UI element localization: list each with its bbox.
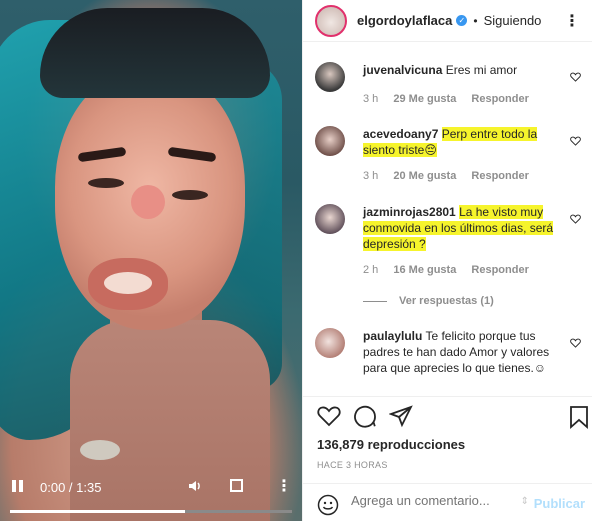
comment-username[interactable]: paulaylulu <box>363 329 422 343</box>
following-button[interactable]: Siguiendo <box>484 13 542 28</box>
heart-icon[interactable] <box>570 214 581 224</box>
comment-age: 3 h <box>363 170 379 182</box>
comment-age: 2 h <box>363 264 379 276</box>
comment-meta: 3 h 20 Me gusta Responder <box>363 170 541 182</box>
avatar[interactable] <box>315 62 345 92</box>
comment-username[interactable]: acevedoany7 <box>363 127 438 141</box>
heart-icon[interactable] <box>570 136 581 146</box>
publish-button[interactable]: Publicar <box>534 496 585 511</box>
video-frame-necklace <box>80 440 120 460</box>
comment: acevedoany7 Perp entre todo la siento tr… <box>315 126 585 186</box>
avatar[interactable] <box>315 328 345 358</box>
video-frame-hair <box>40 8 270 98</box>
comment-meta: 3 h 29 Me gusta Responder <box>363 93 541 105</box>
comment-likes[interactable]: 20 Me gusta <box>393 170 456 182</box>
comment: jazminrojas2801 La he visto muy conmovid… <box>315 204 585 314</box>
video-frame-eye <box>88 178 124 188</box>
reply-button[interactable]: Responder <box>471 264 528 276</box>
comment-icon[interactable] <box>353 405 377 429</box>
video-time: 0:00 / 1:35 <box>40 480 102 495</box>
comment: paulaylulu Te felicito porque tus padres… <box>315 328 585 394</box>
pause-icon[interactable] <box>12 480 26 494</box>
post-header: elgordoylaflaca ✓ • Siguiendo ⋮ <box>303 0 592 42</box>
comment-likes[interactable]: 29 Me gusta <box>393 93 456 105</box>
emoji-icon[interactable] <box>317 494 339 516</box>
video-progress-bar[interactable] <box>10 510 292 513</box>
comment-age: 3 h <box>363 93 379 105</box>
fullscreen-icon[interactable] <box>230 479 243 492</box>
publish-arrows-icon: ⇕ <box>520 496 529 507</box>
volume-icon[interactable] <box>187 478 203 497</box>
comment-body: juvenalvicuna Eres mi amor <box>363 62 563 78</box>
video-frame-mouth <box>104 272 152 294</box>
comment-meta: 2 h 16 Me gusta Responder <box>363 264 541 276</box>
post-panel: elgordoylaflaca ✓ • Siguiendo ⋮ juvenalv… <box>302 0 592 521</box>
video-frame-eye <box>172 190 208 200</box>
post-username[interactable]: elgordoylaflaca <box>357 13 452 28</box>
video-player[interactable]: 0:00 / 1:35 ⋮ <box>0 0 302 521</box>
separator-dot: • <box>473 13 478 28</box>
like-heart-icon[interactable] <box>317 405 341 427</box>
comment-body: acevedoany7 Perp entre todo la siento tr… <box>363 126 563 158</box>
replies-divider <box>363 300 387 302</box>
video-progress-fill <box>10 510 185 513</box>
bookmark-icon[interactable] <box>569 405 589 429</box>
view-replies-label: Ver respuestas (1) <box>399 295 494 307</box>
heart-icon[interactable] <box>570 72 581 82</box>
avatar[interactable] <box>315 204 345 234</box>
comment: juvenalvicuna Eres mi amor 3 h 29 Me gus… <box>315 62 585 112</box>
comment-text: Eres mi amor <box>445 63 518 77</box>
reply-button[interactable]: Responder <box>471 170 528 182</box>
comment-body: paulaylulu Te felicito porque tus padres… <box>363 328 563 376</box>
more-options-icon[interactable]: ⋮ <box>564 11 580 31</box>
avatar[interactable] <box>315 4 347 37</box>
avatar[interactable] <box>315 126 345 156</box>
comment-body: jazminrojas2801 La he visto muy conmovid… <box>363 204 563 252</box>
heart-icon[interactable] <box>570 338 581 348</box>
post-age: HACE 3 HORAS <box>317 460 388 470</box>
post-actions <box>303 396 592 436</box>
view-replies-button[interactable]: Ver respuestas (1) <box>363 295 494 307</box>
more-options-icon[interactable]: ⋮ <box>276 476 292 496</box>
view-count[interactable]: 136,879 reproducciones <box>317 437 465 452</box>
share-icon[interactable] <box>389 405 413 429</box>
comment-likes[interactable]: 16 Me gusta <box>393 264 456 276</box>
comment-composer: ⇕ Publicar <box>303 483 592 521</box>
reply-button[interactable]: Responder <box>471 93 528 105</box>
verified-badge-icon: ✓ <box>456 15 468 26</box>
video-controls: 0:00 / 1:35 ⋮ <box>0 470 302 521</box>
comment-username[interactable]: jazminrojas2801 <box>363 205 456 219</box>
comment-username[interactable]: juvenalvicuna <box>363 63 442 77</box>
comment-input[interactable] <box>351 493 521 508</box>
video-frame-nose <box>131 185 165 219</box>
